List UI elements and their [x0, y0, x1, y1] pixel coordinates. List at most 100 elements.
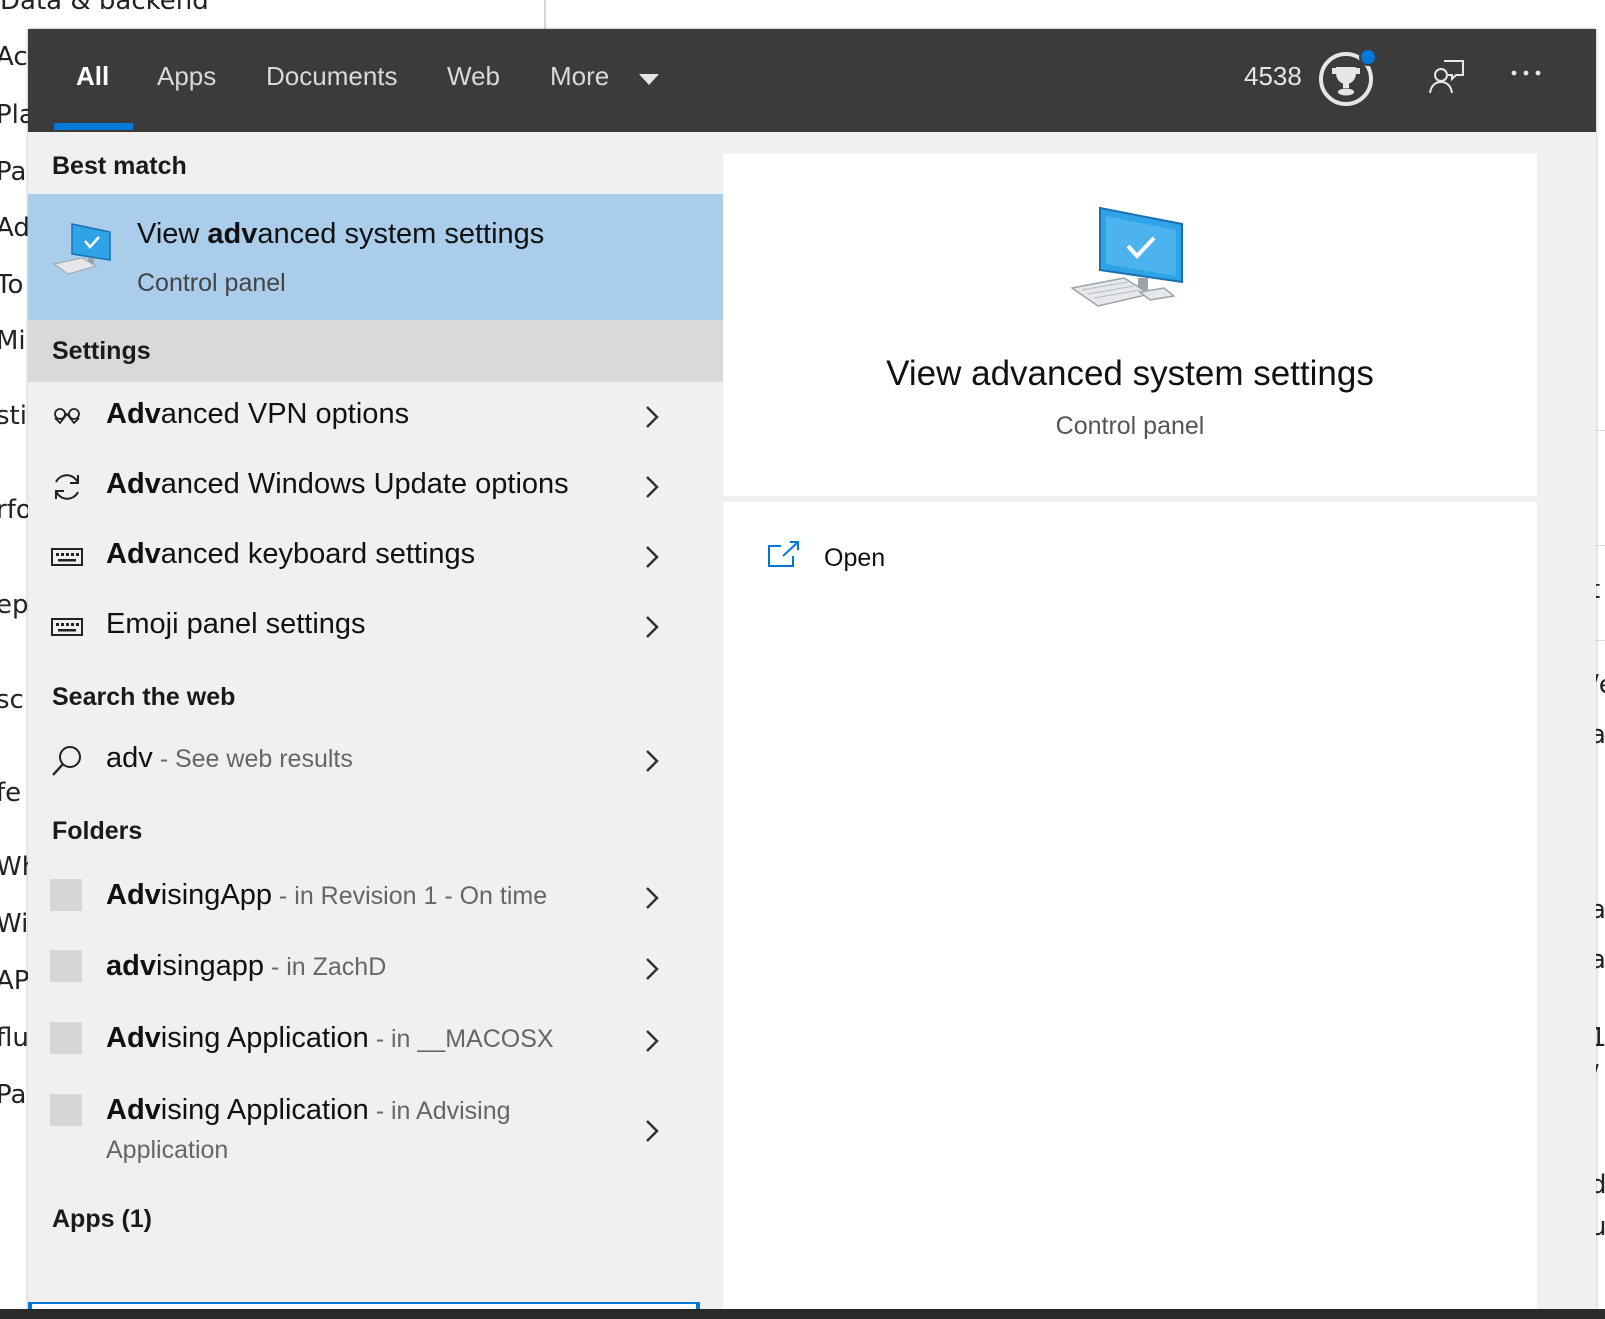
best-match-title: View advanced system settings [137, 218, 544, 251]
feedback-icon[interactable] [1426, 57, 1466, 97]
bg-fragment: Ad [0, 213, 30, 243]
bg-fragment: a [1596, 720, 1605, 750]
title-match-text: adv [207, 218, 258, 250]
title-text: anced system settings [257, 218, 545, 250]
section-folders: Folders [52, 817, 143, 845]
setting-item-label: Advanced VPN options [106, 398, 409, 431]
folder-icon [50, 950, 82, 982]
web-search-label: adv - See web results [106, 742, 353, 775]
open-external-icon [768, 541, 799, 567]
bg-fragment: sc [0, 685, 24, 715]
chevron-right-icon[interactable] [642, 954, 662, 984]
web-search-result[interactable]: adv - See web results [28, 726, 744, 796]
setting-item-windows-update[interactable]: Advanced Windows Update options [28, 452, 744, 522]
label-text: ising Application [160, 1094, 369, 1126]
folder-icon [50, 1094, 82, 1126]
rewards-points: 4538 [1244, 61, 1302, 91]
label-text: isingapp [155, 950, 265, 982]
preview-actions: Open [723, 502, 1537, 1309]
bg-fragment: flu [0, 1023, 29, 1053]
folder-location: - in ZachD [264, 953, 387, 981]
bg-rule [1596, 430, 1605, 431]
active-tab-indicator [54, 123, 133, 130]
label-text: isingApp [160, 879, 273, 911]
chevron-right-icon[interactable] [642, 472, 662, 502]
folder-item-label: Advising Application - in __MACOSX [106, 1022, 554, 1055]
computer-check-icon [1070, 206, 1183, 307]
label-text: anced VPN options [160, 398, 410, 430]
chevron-right-icon[interactable] [642, 542, 662, 572]
folder-item[interactable]: advisingapp - in ZachD [28, 934, 744, 1004]
preview-card: View advanced system settings Control pa… [723, 154, 1537, 496]
section-search-web: Search the web [52, 683, 236, 711]
folder-location: - in __MACOSX [368, 1025, 554, 1053]
setting-item-vpn[interactable]: Advanced VPN options [28, 382, 744, 452]
bg-fragment: Mi [0, 326, 26, 356]
keyboard-icon [51, 548, 83, 566]
bg-divider [544, 0, 546, 30]
best-match-result[interactable]: View advanced system settings Control pa… [28, 194, 744, 320]
bg-fragment: sti [0, 401, 27, 431]
bg-fragment: AP [0, 966, 30, 996]
tab-more[interactable]: More [550, 61, 609, 92]
bg-fragment: u [1596, 1212, 1605, 1242]
chevron-right-icon[interactable] [642, 1116, 662, 1146]
bg-rule [1596, 545, 1605, 546]
chevron-down-icon[interactable] [639, 74, 659, 85]
trophy-icon[interactable] [1318, 47, 1378, 107]
tab-apps[interactable]: Apps [157, 61, 216, 92]
folder-item[interactable]: Advising Application - in __MACOSX [28, 1006, 744, 1076]
bg-fragment: a [1596, 945, 1605, 975]
setting-item-label: Advanced keyboard settings [106, 538, 475, 571]
folder-item[interactable]: Advising Application - in Advising Appli… [28, 1078, 744, 1188]
folder-location: - in Advising [368, 1097, 511, 1125]
match-text: Adv [106, 1022, 161, 1054]
setting-item-label: Advanced Windows Update options [106, 468, 569, 501]
match-text: Adv [106, 468, 161, 500]
folder-item[interactable]: AdvisingApp - in Revision 1 - On time [28, 863, 744, 933]
search-box[interactable] [32, 1304, 696, 1309]
vpn-icon [54, 408, 80, 425]
bg-fragment: Pa [0, 157, 27, 187]
setting-item-keyboard[interactable]: Advanced keyboard settings [28, 522, 744, 592]
folder-icon [50, 1022, 82, 1054]
bg-rule [1596, 640, 1605, 641]
search-filter-bar: All Apps Documents Web More 4538 [28, 29, 1596, 132]
section-best-match: Best match [52, 152, 187, 180]
settings-section-band: Settings [28, 320, 744, 382]
chevron-right-icon[interactable] [642, 612, 662, 642]
background-window-right: t /e a a a : 1 / d u [1596, 0, 1605, 1319]
sync-icon [55, 474, 79, 500]
chevron-right-icon[interactable] [642, 883, 662, 913]
tab-web[interactable]: Web [447, 61, 500, 92]
search-panel: All Apps Documents Web More 4538 Best ma… [28, 29, 1596, 1309]
section-settings: Settings [52, 337, 151, 365]
folder-icon [50, 879, 82, 911]
label-text: anced Windows Update options [160, 468, 569, 500]
bg-fragment: 1 [1596, 1023, 1605, 1053]
title-text: View [137, 218, 208, 250]
keyboard-icon [51, 618, 83, 636]
tab-all[interactable]: All [76, 61, 109, 92]
match-text: Adv [106, 879, 161, 911]
open-action[interactable]: Open [767, 540, 967, 584]
search-icon [52, 746, 81, 776]
bg-fragment: /e [1596, 670, 1605, 700]
ellipsis-icon[interactable] [1508, 63, 1548, 83]
chevron-right-icon[interactable] [642, 746, 662, 776]
preview-subtitle: Control panel [1055, 412, 1205, 440]
bg-fragment: Pla [0, 100, 30, 130]
chevron-right-icon[interactable] [642, 1026, 662, 1056]
setting-item-emoji-panel[interactable]: Emoji panel settings [28, 592, 744, 662]
chevron-right-icon[interactable] [642, 402, 662, 432]
query-text: adv [106, 742, 153, 774]
computer-check-icon [52, 223, 111, 275]
section-apps: Apps (1) [52, 1205, 152, 1233]
folder-item-label: advisingapp - in ZachD [106, 950, 386, 983]
bg-fragment: rfo [0, 495, 30, 525]
label-text: Emoji panel settings [106, 608, 366, 640]
match-text: Adv [106, 398, 161, 430]
bg-fragment: epl [0, 590, 30, 620]
bg-fragment: d [1596, 1170, 1605, 1200]
tab-documents[interactable]: Documents [266, 61, 398, 92]
